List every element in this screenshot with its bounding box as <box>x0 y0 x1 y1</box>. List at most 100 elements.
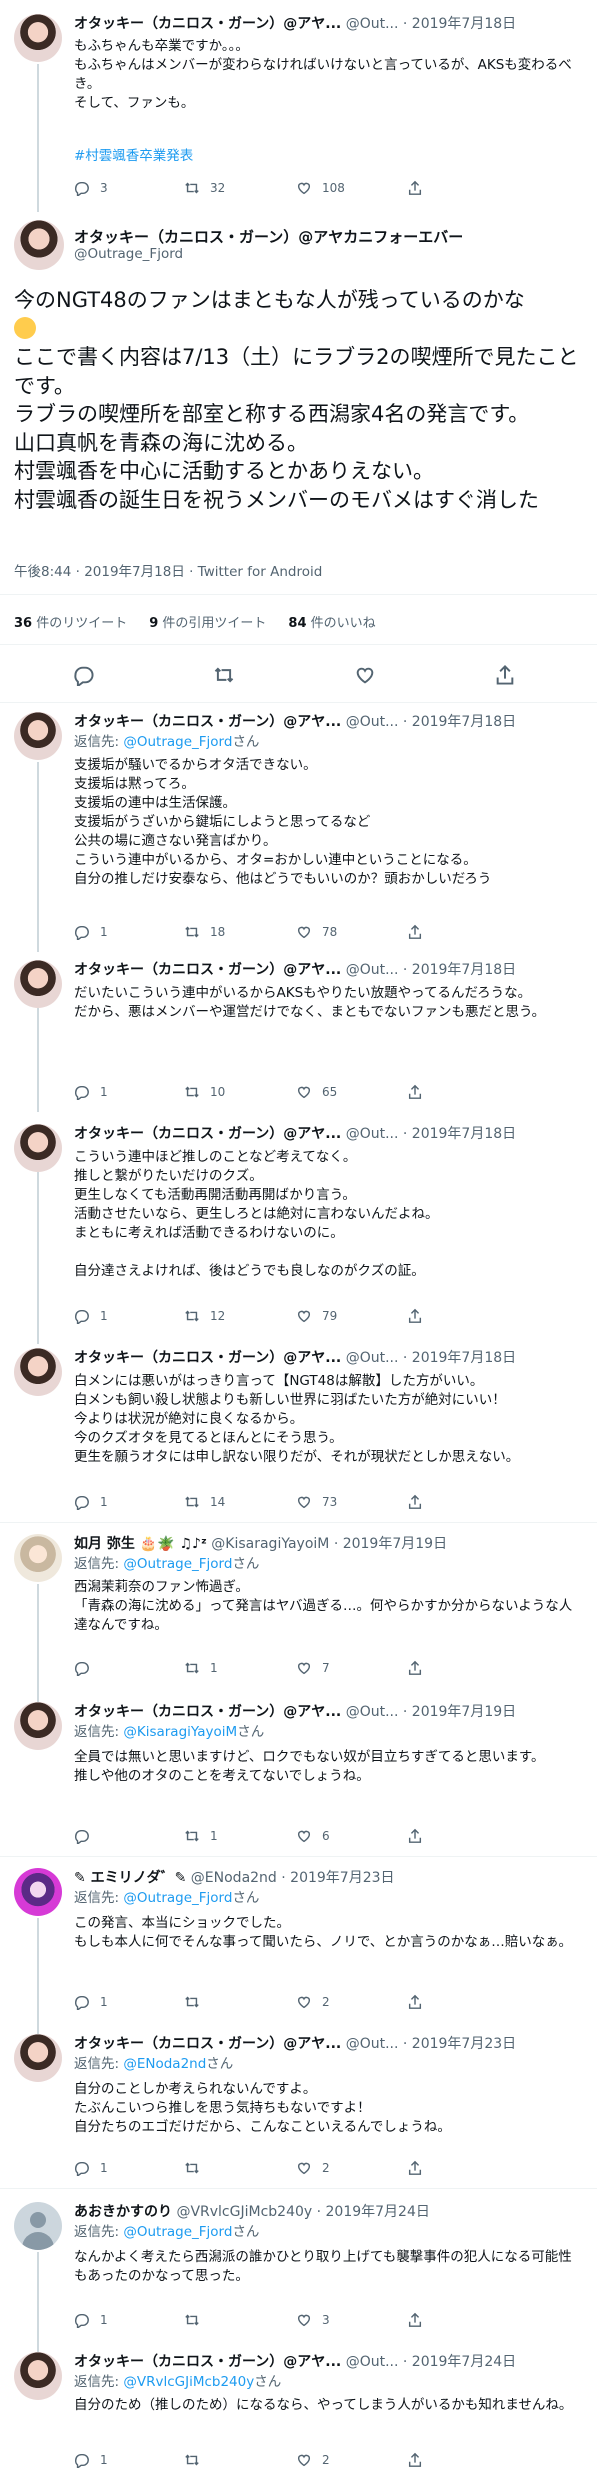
tweet-date[interactable]: · 2019年7月18日 <box>403 16 516 32</box>
share-button[interactable] <box>407 1658 423 1678</box>
reply-button[interactable]: 1 <box>74 2310 108 2330</box>
avatar[interactable] <box>14 1124 62 1172</box>
author-name[interactable]: オタッキー（カニロス・ガーン）@アヤ... <box>74 714 341 730</box>
share-button[interactable] <box>407 1826 423 1846</box>
reply-to: 返信先: @Outrage_Fjordさん <box>74 1556 260 1572</box>
like-button[interactable]: 79 <box>296 1306 337 1326</box>
like-button[interactable]: 108 <box>296 178 345 198</box>
author-name[interactable]: オタッキー（カニロス・ガーン）@アヤ... <box>74 962 341 978</box>
like-button[interactable]: 65 <box>296 1082 337 1102</box>
retweet-button[interactable] <box>213 664 237 688</box>
mention-link[interactable]: @ENoda2nd <box>123 2056 206 2072</box>
retweet-button[interactable]: 10 <box>184 1082 225 1102</box>
share-button[interactable] <box>407 2450 423 2470</box>
retweet-icon <box>185 1086 199 1098</box>
tweet-date[interactable]: · 2019年7月23日 <box>403 2036 516 2052</box>
retweet-button[interactable]: 18 <box>184 922 225 942</box>
retweet-button[interactable] <box>184 2158 210 2178</box>
tweet-date[interactable]: · 2019年7月18日 <box>403 1126 516 1142</box>
like-button[interactable]: 2 <box>296 2158 330 2178</box>
quote-stat[interactable]: 9 件の引用ツイート <box>149 612 266 631</box>
avatar[interactable] <box>14 2034 62 2082</box>
tweet-date[interactable]: · 2019年7月19日 <box>403 1704 516 1720</box>
like-button[interactable]: 73 <box>296 1492 337 1512</box>
author-name[interactable]: オタッキー（カニロス・ガーン）@アヤ... <box>74 2354 341 2370</box>
avatar[interactable] <box>14 1348 62 1396</box>
tweet-date[interactable]: · 2019年7月18日 <box>403 1350 516 1366</box>
author-name[interactable]: オタッキー（カニロス・ガーン）@アヤカニフォーエバー <box>74 226 463 247</box>
share-button[interactable] <box>407 2158 423 2178</box>
like-button[interactable]: 6 <box>296 1826 330 1846</box>
tweet-date[interactable]: · 2019年7月19日 <box>334 1536 447 1552</box>
avatar[interactable] <box>14 14 62 62</box>
share-button[interactable] <box>407 2310 423 2330</box>
like-stat[interactable]: 84 件のいいね <box>288 612 375 631</box>
like-button[interactable] <box>354 664 378 688</box>
reply-button[interactable]: 1 <box>74 1082 108 1102</box>
tweet-actions: 1 14 73 <box>74 1492 574 1512</box>
share-button[interactable] <box>407 178 423 198</box>
reply-button[interactable]: 1 <box>74 2158 108 2178</box>
author-name[interactable]: 如月 弥生 <box>74 1536 135 1552</box>
avatar[interactable] <box>14 2352 62 2400</box>
tweet-date[interactable]: · 2019年7月18日 <box>403 962 516 978</box>
share-button[interactable] <box>407 1492 423 1512</box>
like-button[interactable]: 3 <box>296 2310 330 2330</box>
mention-link[interactable]: @Outrage_Fjord <box>123 1556 232 1572</box>
share-button[interactable] <box>407 1082 423 1102</box>
tweet-timestamp[interactable]: 午後8:44 · 2019年7月18日 · Twitter for Androi… <box>14 560 322 580</box>
mention-link[interactable]: @VRvlcGJiMcb240y <box>123 2374 254 2390</box>
avatar[interactable] <box>14 2202 62 2250</box>
tweet-date[interactable]: · 2019年7月23日 <box>281 1870 394 1886</box>
share-button[interactable] <box>407 1992 423 2012</box>
reply-button[interactable] <box>74 1826 100 1846</box>
reply-button[interactable]: 1 <box>74 1492 108 1512</box>
retweet-stat[interactable]: 36 件のリツイート <box>14 612 127 631</box>
hashtag-link[interactable]: #村雲颯香卒業発表 <box>74 147 583 166</box>
share-button[interactable] <box>494 664 518 688</box>
author-name[interactable]: オタッキー（カニロス・ガーン）@アヤ... <box>74 1704 341 1720</box>
retweet-button[interactable] <box>184 1992 210 2012</box>
like-button[interactable]: 2 <box>296 2450 330 2470</box>
tweet-text: 自分のことしか考えられないんですよ。 たぶんこいつら推しを思う気持ちもないですよ… <box>74 2081 451 2135</box>
avatar[interactable] <box>14 220 64 270</box>
author-name[interactable]: オタッキー（カニロス・ガーン）@アヤ... <box>74 2036 341 2052</box>
like-button[interactable]: 7 <box>296 1658 330 1678</box>
reply-button[interactable]: 1 <box>74 922 108 942</box>
mention-link[interactable]: @Outrage_Fjord <box>123 1890 232 1906</box>
avatar[interactable] <box>14 960 62 1008</box>
share-button[interactable] <box>407 1306 423 1326</box>
share-button[interactable] <box>407 922 423 942</box>
like-button[interactable]: 78 <box>296 922 337 942</box>
retweet-button[interactable]: 12 <box>184 1306 225 1326</box>
reply-button[interactable]: 1 <box>74 2450 108 2470</box>
reply-button[interactable]: 1 <box>74 1992 108 2012</box>
avatar[interactable] <box>14 1868 62 1916</box>
author-handle[interactable]: @Outrage_Fjord <box>74 246 183 262</box>
avatar[interactable] <box>14 1534 62 1582</box>
reply-button[interactable] <box>73 664 97 688</box>
author-name[interactable]: オタッキー（カニロス・ガーン）@アヤ... <box>74 1126 341 1142</box>
retweet-button[interactable]: 14 <box>184 1492 225 1512</box>
mention-link[interactable]: @Outrage_Fjord <box>123 734 232 750</box>
reply-button[interactable]: 1 <box>74 1306 108 1326</box>
retweet-button[interactable]: 1 <box>184 1658 218 1678</box>
avatar[interactable] <box>14 712 62 760</box>
tweet-date[interactable]: · 2019年7月18日 <box>403 714 516 730</box>
mention-link[interactable]: @KisaragiYayoiM <box>123 1724 237 1740</box>
tweet-date[interactable]: · 2019年7月24日 <box>317 2204 430 2220</box>
retweet-button[interactable]: 32 <box>184 178 225 198</box>
mention-link[interactable]: @Outrage_Fjord <box>123 2224 232 2240</box>
like-button[interactable]: 2 <box>296 1992 330 2012</box>
reply-button[interactable]: 3 <box>74 178 108 198</box>
retweet-button[interactable] <box>184 2310 210 2330</box>
tweet-date[interactable]: · 2019年7月24日 <box>403 2354 516 2370</box>
author-name[interactable]: オタッキー（カニロス・ガーン）@アヤ... <box>74 16 341 32</box>
author-name[interactable]: オタッキー（カニロス・ガーン）@アヤ... <box>74 1350 341 1366</box>
author-name[interactable]: あおきかすのり <box>74 2204 172 2220</box>
retweet-button[interactable]: 1 <box>184 1826 218 1846</box>
author-name[interactable]: ✎ エミリノダ゛✎ <box>74 1870 186 1886</box>
avatar[interactable] <box>14 1702 62 1750</box>
retweet-button[interactable] <box>184 2450 210 2470</box>
reply-button[interactable] <box>74 1658 100 1678</box>
